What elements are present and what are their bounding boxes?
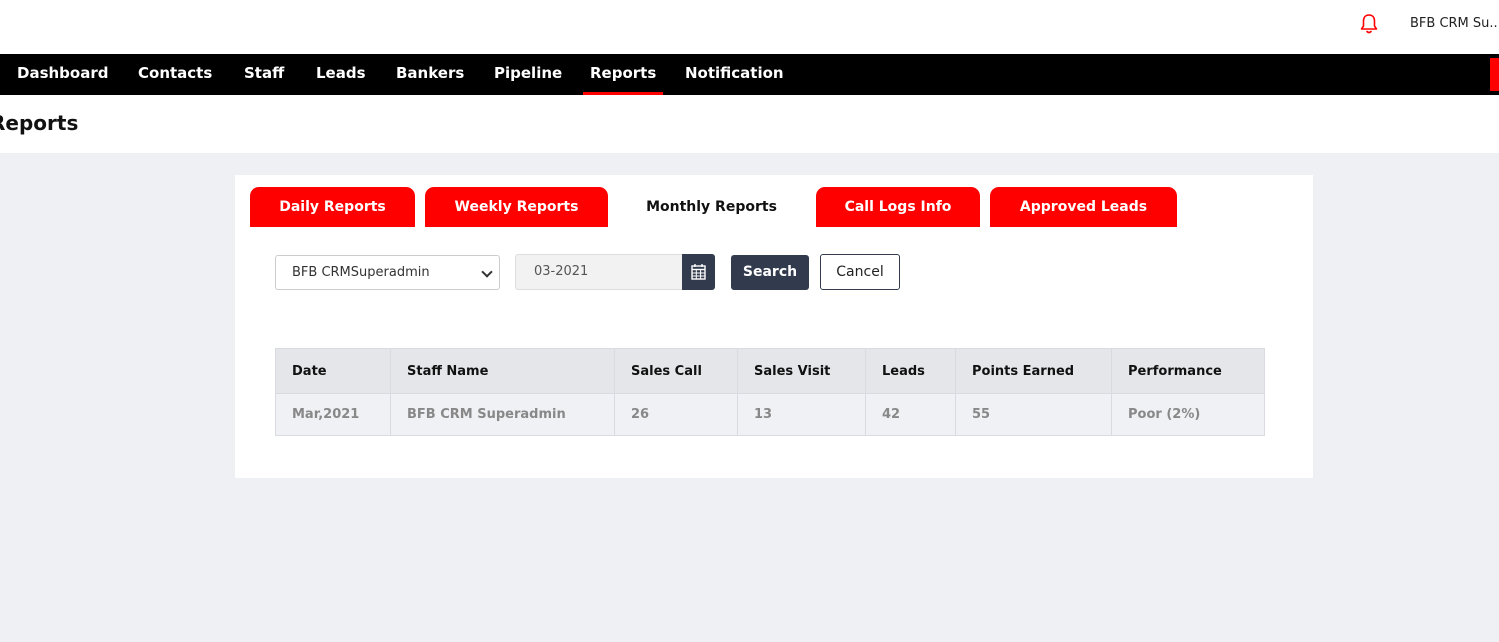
column-header-performance: Performance	[1111, 348, 1265, 394]
column-header-leads: Leads	[865, 348, 956, 394]
tab-call-logs-info[interactable]: Call Logs Info	[816, 187, 980, 227]
staff-select[interactable]: BFB CRMSuperadmin	[275, 255, 500, 290]
cell-points-earned: 55	[955, 393, 1112, 436]
column-header-sales-visit: Sales Visit	[737, 348, 866, 394]
nav-notification[interactable]: Notification	[685, 54, 784, 95]
user-menu[interactable]: BFB CRM Su...	[1410, 16, 1499, 31]
bell-icon[interactable]	[1359, 13, 1379, 35]
month-input[interactable]: 03-2021	[515, 254, 683, 290]
cell-staff-name: BFB CRM Superadmin	[390, 393, 615, 436]
nav-edge-indicator	[1490, 58, 1499, 91]
column-header-date: Date	[275, 348, 391, 394]
nav-bankers[interactable]: Bankers	[396, 54, 464, 95]
nav-contacts[interactable]: Contacts	[138, 54, 212, 95]
cell-date: Mar,2021	[275, 393, 391, 436]
table-header-row: Date Staff Name Sales Call Sales Visit L…	[275, 348, 1265, 394]
column-header-points-earned: Points Earned	[955, 348, 1112, 394]
cell-sales-call: 26	[614, 393, 738, 436]
tab-approved-leads[interactable]: Approved Leads	[990, 187, 1177, 227]
cancel-button[interactable]: Cancel	[820, 254, 900, 290]
table-row: Mar,2021 BFB CRM Superadmin 26 13 42 55 …	[275, 393, 1265, 436]
main-navigation: Dashboard Contacts Staff Leads Bankers P…	[0, 54, 1499, 95]
nav-pipeline[interactable]: Pipeline	[494, 54, 562, 95]
calendar-icon	[691, 264, 706, 280]
top-bar: BFB CRM Su...	[0, 0, 1499, 54]
cell-performance: Poor (2%)	[1111, 393, 1265, 436]
monthly-report-table: Date Staff Name Sales Call Sales Visit L…	[275, 348, 1265, 436]
nav-staff[interactable]: Staff	[244, 54, 284, 95]
tab-daily-reports[interactable]: Daily Reports	[250, 187, 415, 227]
cell-leads: 42	[865, 393, 956, 436]
search-button[interactable]: Search	[731, 255, 809, 290]
calendar-button[interactable]	[682, 254, 715, 290]
column-header-sales-call: Sales Call	[614, 348, 738, 394]
tab-weekly-reports[interactable]: Weekly Reports	[425, 187, 608, 227]
column-header-staff-name: Staff Name	[390, 348, 615, 394]
cell-sales-visit: 13	[737, 393, 866, 436]
chevron-down-icon	[481, 266, 493, 278]
page-title: Reports	[0, 111, 79, 135]
page-header: Reports	[0, 95, 1499, 153]
staff-select-value: BFB CRMSuperadmin	[292, 265, 430, 280]
nav-dashboard[interactable]: Dashboard	[17, 54, 108, 95]
reports-card: Daily Reports Weekly Reports Monthly Rep…	[235, 175, 1313, 478]
tab-monthly-reports[interactable]: Monthly Reports	[618, 187, 805, 227]
nav-reports[interactable]: Reports	[582, 54, 664, 95]
nav-leads[interactable]: Leads	[316, 54, 366, 95]
